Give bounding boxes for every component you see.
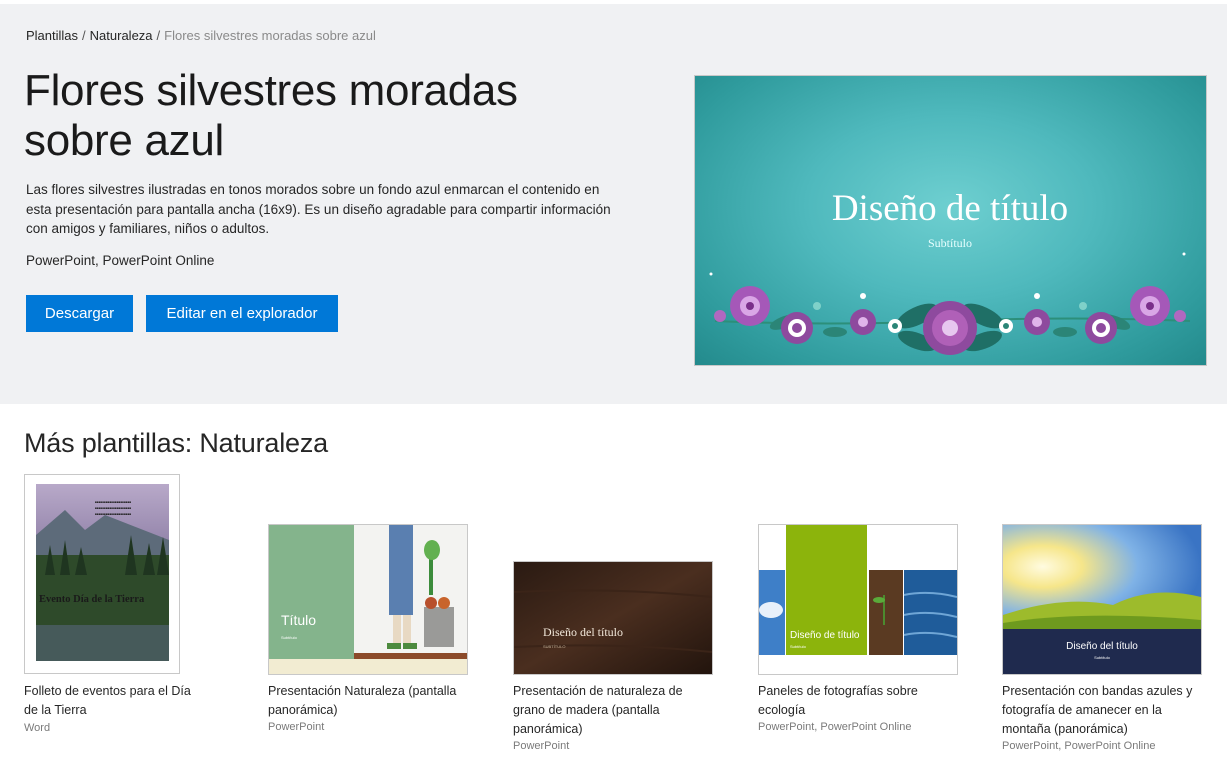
template-description: Las flores silvestres ilustradas en tono… xyxy=(26,182,611,236)
thumbnail-subtitle: Subtítulo xyxy=(1094,655,1111,660)
flyer-thumbnail-art: ■■■■■■■■■■■■■■■■■■■■ ■■■■■■■■■■■■■■■■■■■… xyxy=(36,484,169,661)
svg-text:■■■■■■■■■■■■■■■■■■■■: ■■■■■■■■■■■■■■■■■■■■ xyxy=(95,506,131,510)
ecology-thumbnail-art: Diseño de título Subtítulo xyxy=(759,525,957,674)
template-card-app: Word xyxy=(24,722,51,734)
template-card-name[interactable]: Paneles de fotografías sobre ecología xyxy=(758,682,958,720)
download-button[interactable]: Descargar xyxy=(26,295,133,332)
template-card-name[interactable]: Presentación de naturaleza de grano de m… xyxy=(513,682,713,739)
thumbnail-subtitle: Subtítulo xyxy=(790,644,807,649)
thumbnail-subtitle: SUBTÍTULO xyxy=(543,644,565,649)
edit-in-browser-button[interactable]: Editar en el explorador xyxy=(146,295,338,332)
breadcrumb-current: Flores silvestres moradas sobre azul xyxy=(164,28,376,43)
breadcrumb-link-naturaleza[interactable]: Naturaleza xyxy=(90,28,153,43)
template-hero: Plantillas / Naturaleza / Flores silvestres … xyxy=(0,4,1227,404)
wood-thumbnail-art: Diseño del título SUBTÍTULO xyxy=(514,562,712,674)
template-card-app: PowerPoint xyxy=(513,740,570,752)
thumbnail-title: Diseño del título xyxy=(1066,641,1138,652)
thumbnail-title: Título xyxy=(281,612,316,628)
breadcrumb-separator: / xyxy=(156,28,161,43)
page-title: Flores silvestres moradas sobre azul xyxy=(24,66,518,165)
template-thumbnail[interactable]: Diseño del título SUBTÍTULO xyxy=(513,561,713,675)
thumbnail-title: Evento Día de la Tierra xyxy=(39,594,145,605)
svg-text:■■■■■■■■■■■■■■■■■■■■: ■■■■■■■■■■■■■■■■■■■■ xyxy=(95,512,131,516)
more-templates-heading: Más plantillas: Naturaleza xyxy=(24,428,328,458)
breadcrumb: Plantillas / Naturaleza / Flores silvestres … xyxy=(26,28,376,43)
template-thumbnail[interactable]: Diseño del título Subtítulo xyxy=(1002,524,1202,675)
thumbnail-title: Diseño del título xyxy=(543,625,623,639)
template-card-app: PowerPoint, PowerPoint Online xyxy=(1002,740,1156,752)
svg-text:■■■■■■■■■■■■■■■■■■■■: ■■■■■■■■■■■■■■■■■■■■ xyxy=(95,500,131,504)
template-card-name[interactable]: Presentación con bandas azules y fotogra… xyxy=(1002,682,1212,739)
template-thumbnail[interactable]: Título Subtítulo xyxy=(268,524,468,675)
thumbnail-title: Diseño de título xyxy=(790,630,860,641)
preview-title: Diseño de título xyxy=(832,188,1068,229)
nature-thumbnail-art: Título Subtítulo xyxy=(269,525,467,674)
template-card-name[interactable]: Folleto de eventos para el Día de la Tie… xyxy=(24,682,194,720)
preview-slide: Diseño de título Subtítulo xyxy=(709,188,1191,355)
template-card-name[interactable]: Presentación Naturaleza (pantalla panorá… xyxy=(268,682,478,720)
template-card-app: PowerPoint xyxy=(268,721,325,733)
breadcrumb-separator: / xyxy=(82,28,86,43)
breadcrumb-link-plantillas[interactable]: Plantillas xyxy=(26,28,78,43)
template-preview-image[interactable]: Diseño de título Subtítulo xyxy=(694,75,1207,366)
flower-garland-decoration xyxy=(709,252,1191,355)
supported-apps: PowerPoint, PowerPoint Online xyxy=(26,253,215,268)
template-thumbnail[interactable]: ■■■■■■■■■■■■■■■■■■■■ ■■■■■■■■■■■■■■■■■■■… xyxy=(24,474,180,674)
thumbnail-subtitle: Subtítulo xyxy=(281,635,298,640)
sunrise-thumbnail-art: Diseño del título Subtítulo xyxy=(1003,525,1201,674)
preview-subtitle: Subtítulo xyxy=(928,236,972,250)
template-card-app: PowerPoint, PowerPoint Online xyxy=(758,721,912,733)
template-thumbnail[interactable]: Diseño de título Subtítulo xyxy=(758,524,958,675)
